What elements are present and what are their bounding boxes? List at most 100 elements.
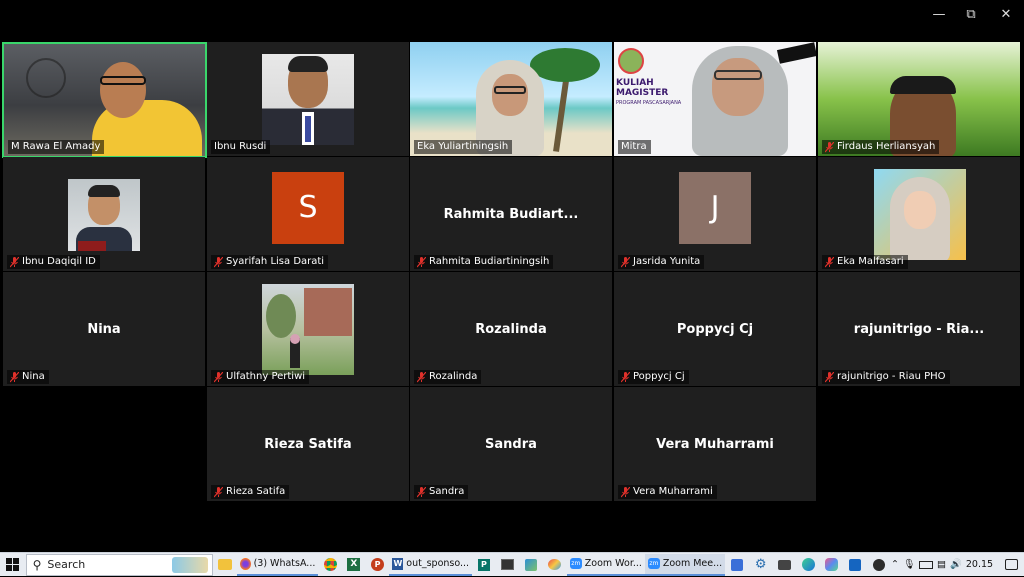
participant-name-tag: Ulfathny Pertiwi — [211, 370, 310, 384]
file-explorer-icon[interactable] — [214, 554, 236, 576]
muted-mic-icon — [621, 486, 630, 498]
participant-name-tag: rajunitrigo - Riau PHO — [822, 370, 950, 384]
taskbar-app-firefox[interactable]: (3) WhatsA... — [236, 554, 319, 576]
participant-video — [410, 42, 612, 156]
clock-time[interactable]: 20.15 — [966, 559, 993, 570]
participant-name-tag: Nina — [7, 370, 49, 384]
taskbar-search-box[interactable]: ⚲ Search — [25, 553, 213, 576]
taskbar-app-label: Zoom Mee... — [662, 558, 723, 569]
onenote-icon[interactable] — [845, 554, 867, 576]
muted-mic-icon — [621, 371, 630, 383]
chevron-up-icon[interactable]: ⌃ — [891, 559, 899, 570]
participant-tile[interactable]: Poppycj Cj Poppycj Cj — [614, 272, 816, 386]
muted-mic-icon — [417, 486, 426, 498]
search-icon: ⚲ — [32, 557, 42, 572]
terminal-icon[interactable] — [497, 554, 519, 576]
participant-avatar: S — [272, 172, 344, 244]
copilot-icon[interactable] — [821, 554, 843, 576]
muted-mic-icon — [214, 371, 223, 383]
participant-name-tag: Syarifah Lisa Darati — [211, 255, 329, 269]
participant-name-tag: Firdaus Herliansyah — [822, 140, 940, 154]
notification-icon[interactable] — [1005, 559, 1019, 570]
participant-photo — [874, 169, 966, 260]
battery-icon[interactable] — [919, 560, 934, 569]
taskbar-app-word[interactable]: W out_sponso... — [389, 554, 473, 576]
zoom-meeting-window: M Rawa El Amady Ibnu Rusdi Eka Yuliartin… — [0, 0, 1024, 552]
paint-icon[interactable] — [544, 554, 566, 576]
muted-mic-icon — [825, 371, 834, 383]
participant-name-tag: Ibnu Rusdi — [211, 140, 271, 154]
word-icon: W — [392, 557, 404, 570]
settings-gear-icon[interactable]: ⚙ — [750, 554, 772, 576]
participant-tile[interactable]: Eka Yuliartiningsih — [410, 42, 612, 156]
edge-icon[interactable] — [797, 554, 819, 576]
volume-icon[interactable]: 🔊 — [950, 559, 962, 570]
participant-tile[interactable]: J Jasrida Yunita — [614, 157, 816, 271]
participant-name: Ibnu Rusdi — [214, 141, 267, 152]
participant-name: Ibnu Daqiqil ID — [22, 256, 96, 267]
participant-tile[interactable]: rajunitrigo - Ria... rajunitrigo - Riau … — [818, 272, 1020, 386]
app-icon[interactable] — [868, 554, 890, 576]
participant-name: Syarifah Lisa Darati — [226, 256, 325, 267]
system-tray: ⌃ 🎙 ▤ 🔊 20.15 — [891, 559, 1024, 570]
participant-display-name: Rieza Satifa — [264, 437, 352, 452]
participant-display-name: Rahmita Budiart... — [443, 207, 579, 222]
participant-name: Poppycj Cj — [633, 371, 685, 382]
participant-name: Ulfathny Pertiwi — [226, 371, 306, 382]
close-icon[interactable]: ✕ — [995, 6, 1017, 24]
camera-icon[interactable] — [774, 554, 796, 576]
taskbar-app-zoom-meeting[interactable]: zm Zoom Mee... — [644, 553, 726, 576]
banner-text: KULIAH MAGISTER PROGRAM PASCASARJANA — [616, 78, 682, 106]
participant-display-name: Poppycj Cj — [676, 322, 754, 337]
excel-icon[interactable]: X — [343, 554, 365, 576]
participant-name: M Rawa El Amady — [11, 141, 101, 152]
participant-tile[interactable]: Ibnu Rusdi — [207, 42, 409, 156]
participant-tile[interactable]: Eka Malfasari — [818, 157, 1020, 271]
store-icon[interactable] — [726, 554, 748, 576]
participant-name: Sandra — [429, 486, 465, 497]
participant-tile[interactable]: KULIAH MAGISTER PROGRAM PASCASARJANA Mit… — [614, 42, 816, 156]
powerpoint-icon[interactable]: P — [367, 554, 389, 576]
participant-name-tag: Mitra — [618, 140, 651, 154]
participant-tile[interactable]: M Rawa El Amady — [2, 42, 207, 158]
participant-tile[interactable]: S Syarifah Lisa Darati — [207, 157, 409, 271]
participant-tile[interactable]: Firdaus Herliansyah — [818, 42, 1020, 156]
participant-tile[interactable]: Sandra Sandra — [410, 387, 612, 501]
participant-tile[interactable]: Nina Nina — [3, 272, 205, 386]
participant-tile[interactable]: Rieza Satifa Rieza Satifa — [207, 387, 409, 501]
taskbar-app-label: out_sponso... — [406, 558, 470, 569]
publisher-icon[interactable]: P — [473, 554, 495, 576]
participant-name: Rieza Satifa — [226, 486, 286, 497]
participant-tile[interactable]: Ulfathny Pertiwi — [207, 272, 409, 386]
chrome-icon[interactable] — [319, 554, 341, 576]
participant-tile[interactable]: Ibnu Daqiqil ID — [3, 157, 205, 271]
participant-name: Rahmita Budiartiningsih — [429, 256, 550, 267]
participant-tile[interactable]: Rahmita Budiart... Rahmita Budiartinings… — [410, 157, 612, 271]
participant-name: Rozalinda — [429, 371, 478, 382]
restore-icon[interactable]: ⧉ — [960, 6, 982, 24]
muted-mic-icon — [214, 256, 223, 268]
windows-taskbar: ⚲ Search (3) WhatsA... X P W out_sponso.… — [0, 552, 1024, 576]
participant-tile[interactable]: Rozalinda Rozalinda — [410, 272, 612, 386]
participant-name-tag: Jasrida Yunita — [618, 255, 705, 269]
network-icon[interactable]: ▤ — [937, 559, 946, 570]
participant-name-tag: Eka Yuliartiningsih — [414, 140, 513, 154]
participant-display-name: Vera Muharrami — [656, 437, 774, 452]
participant-name: Jasrida Yunita — [633, 256, 701, 267]
participant-video — [818, 42, 1020, 156]
microphone-icon[interactable]: 🎙 — [903, 559, 915, 570]
muted-mic-icon — [825, 141, 834, 153]
participant-display-name: rajunitrigo - Ria... — [853, 322, 985, 337]
participant-tile[interactable]: Vera Muharrami Vera Muharrami — [614, 387, 816, 501]
participant-name-tag: Rozalinda — [414, 370, 482, 384]
participant-display-name: Nina — [87, 322, 121, 337]
windows-start-icon[interactable] — [0, 553, 26, 577]
participant-name: Eka Yuliartiningsih — [417, 141, 509, 152]
muted-mic-icon — [10, 256, 19, 268]
taskbar-app-zoom-workplace[interactable]: zm Zoom Wor... — [566, 554, 645, 576]
participant-video: KULIAH MAGISTER PROGRAM PASCASARJANA — [614, 42, 816, 156]
snipping-tool-icon[interactable] — [520, 554, 542, 576]
zoom-icon: zm — [569, 558, 582, 569]
participant-display-name: Sandra — [485, 437, 537, 452]
minimize-icon[interactable]: — — [928, 6, 950, 24]
